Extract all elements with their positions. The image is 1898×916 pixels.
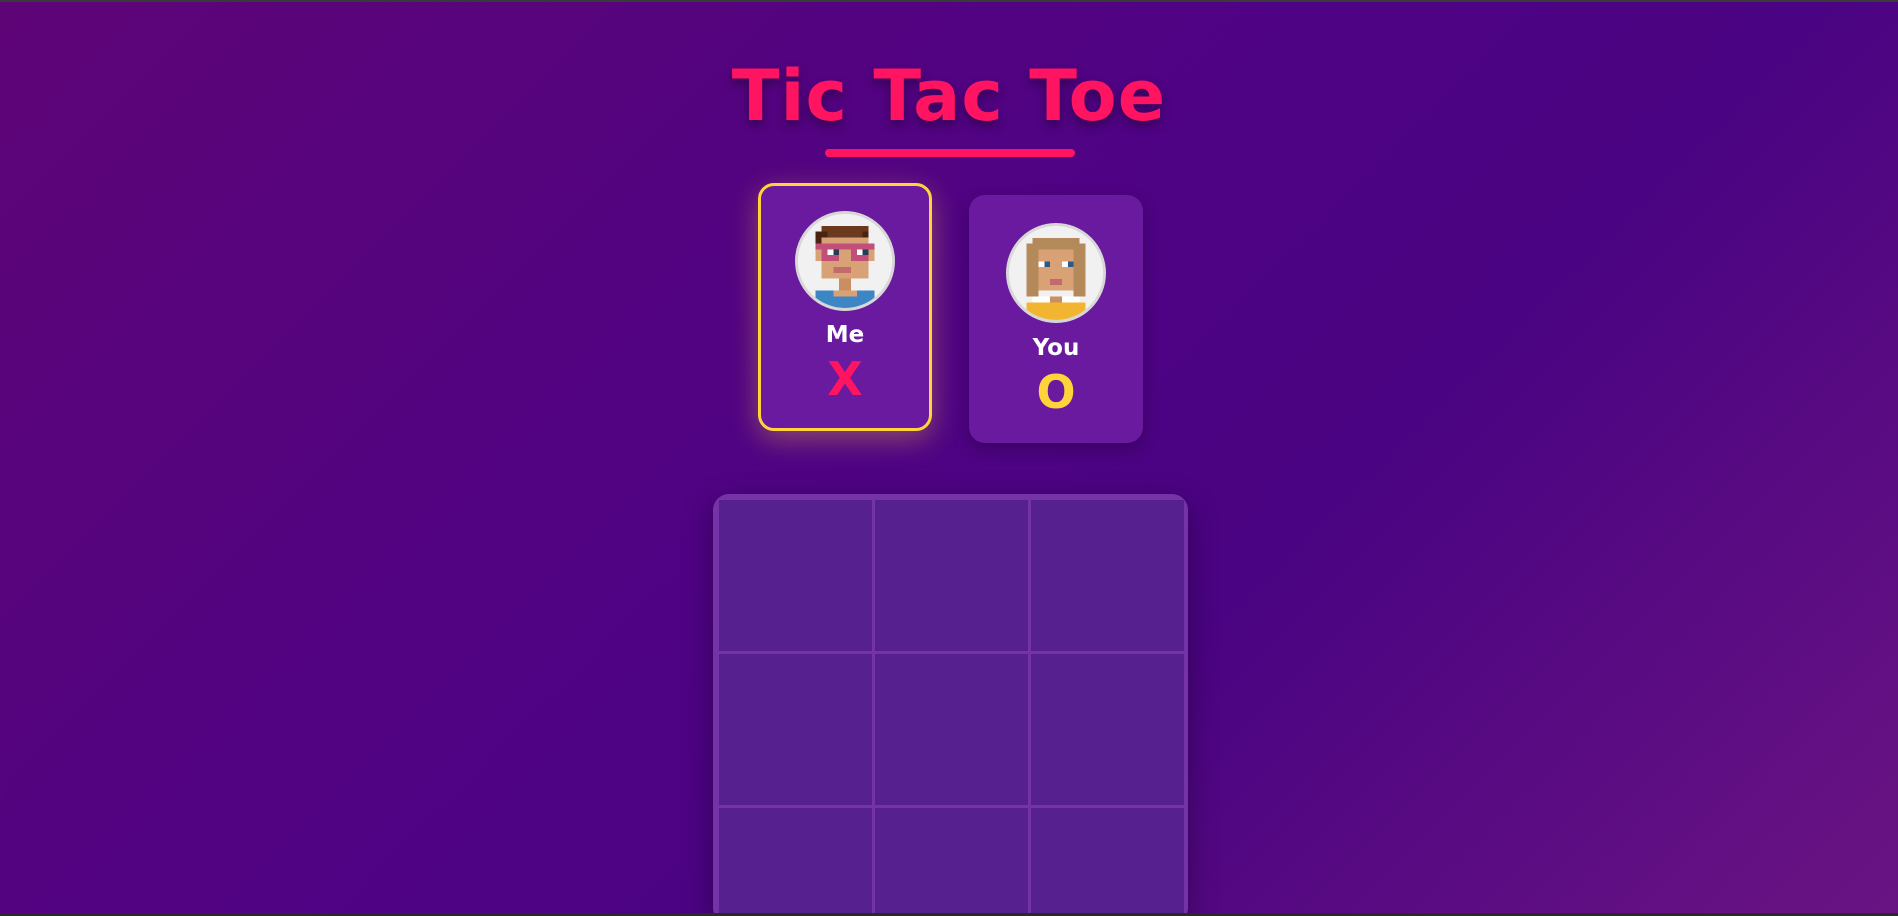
player-symbol-o-icon: O xyxy=(1036,365,1076,419)
board-cell-5[interactable] xyxy=(875,654,1028,805)
board-cell-3[interactable] xyxy=(1031,500,1184,651)
board-cell-2[interactable] xyxy=(875,500,1028,651)
pixel-girl-avatar xyxy=(1006,223,1106,323)
title-underline xyxy=(825,149,1075,157)
board-cell-9[interactable] xyxy=(1031,808,1184,916)
game-board xyxy=(713,494,1188,916)
board-cell-8[interactable] xyxy=(875,808,1028,916)
board-cell-1[interactable] xyxy=(719,500,872,651)
window-top-border xyxy=(0,0,1898,2)
pixel-boy-glasses-avatar xyxy=(795,211,895,311)
player-symbol-x-icon: X xyxy=(827,352,863,406)
board-cell-7[interactable] xyxy=(719,808,872,916)
player-name-me: Me xyxy=(825,322,865,348)
board-cell-6[interactable] xyxy=(1031,654,1184,805)
player-name-you: You xyxy=(1032,335,1080,361)
player-card-you: You O xyxy=(969,195,1143,443)
player-card-me: Me X xyxy=(758,183,932,431)
board-cell-4[interactable] xyxy=(719,654,872,805)
page-title: Tic Tac Toe xyxy=(731,55,1167,137)
